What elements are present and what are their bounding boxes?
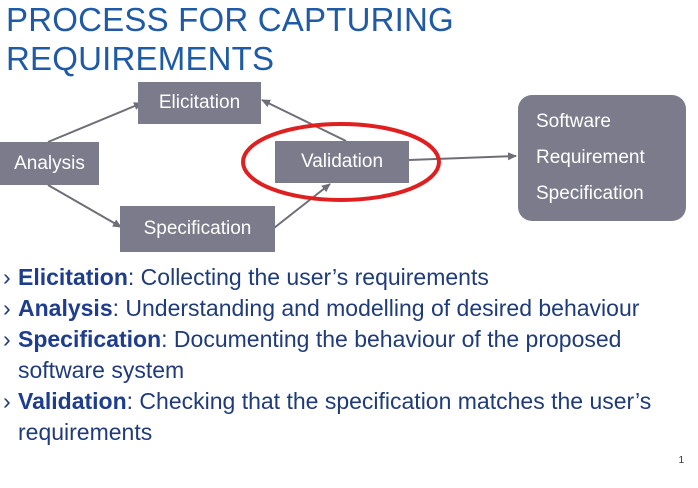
- term-analysis: Analysis: [18, 295, 113, 321]
- list-item-analysis: › Analysis: Understanding and modelling o…: [0, 293, 678, 324]
- term-validation: Validation: [18, 388, 127, 414]
- term-specification: Specification: [18, 326, 162, 352]
- highlight-ellipse: [241, 122, 441, 202]
- desc-elicitation: : Collecting the user’s requirements: [127, 264, 489, 290]
- list-item-specification: › Specification: Documenting the behaviou…: [0, 324, 678, 386]
- desc-analysis: : Understanding and modelling of desired…: [112, 295, 640, 321]
- list-item-validation: › Validation: Checking that the specifica…: [0, 386, 678, 448]
- bullet-marker: ›: [3, 295, 11, 321]
- bullet-marker: ›: [3, 326, 11, 352]
- page-number: 1: [678, 455, 684, 466]
- bullet-marker: ›: [3, 264, 11, 290]
- term-elicitation: Elicitation: [18, 264, 128, 290]
- list-item-elicitation: › Elicitation: Collecting the user’s requ…: [0, 262, 678, 293]
- bullet-marker: ›: [3, 388, 11, 414]
- definition-list: › Elicitation: Collecting the user’s requ…: [0, 262, 678, 448]
